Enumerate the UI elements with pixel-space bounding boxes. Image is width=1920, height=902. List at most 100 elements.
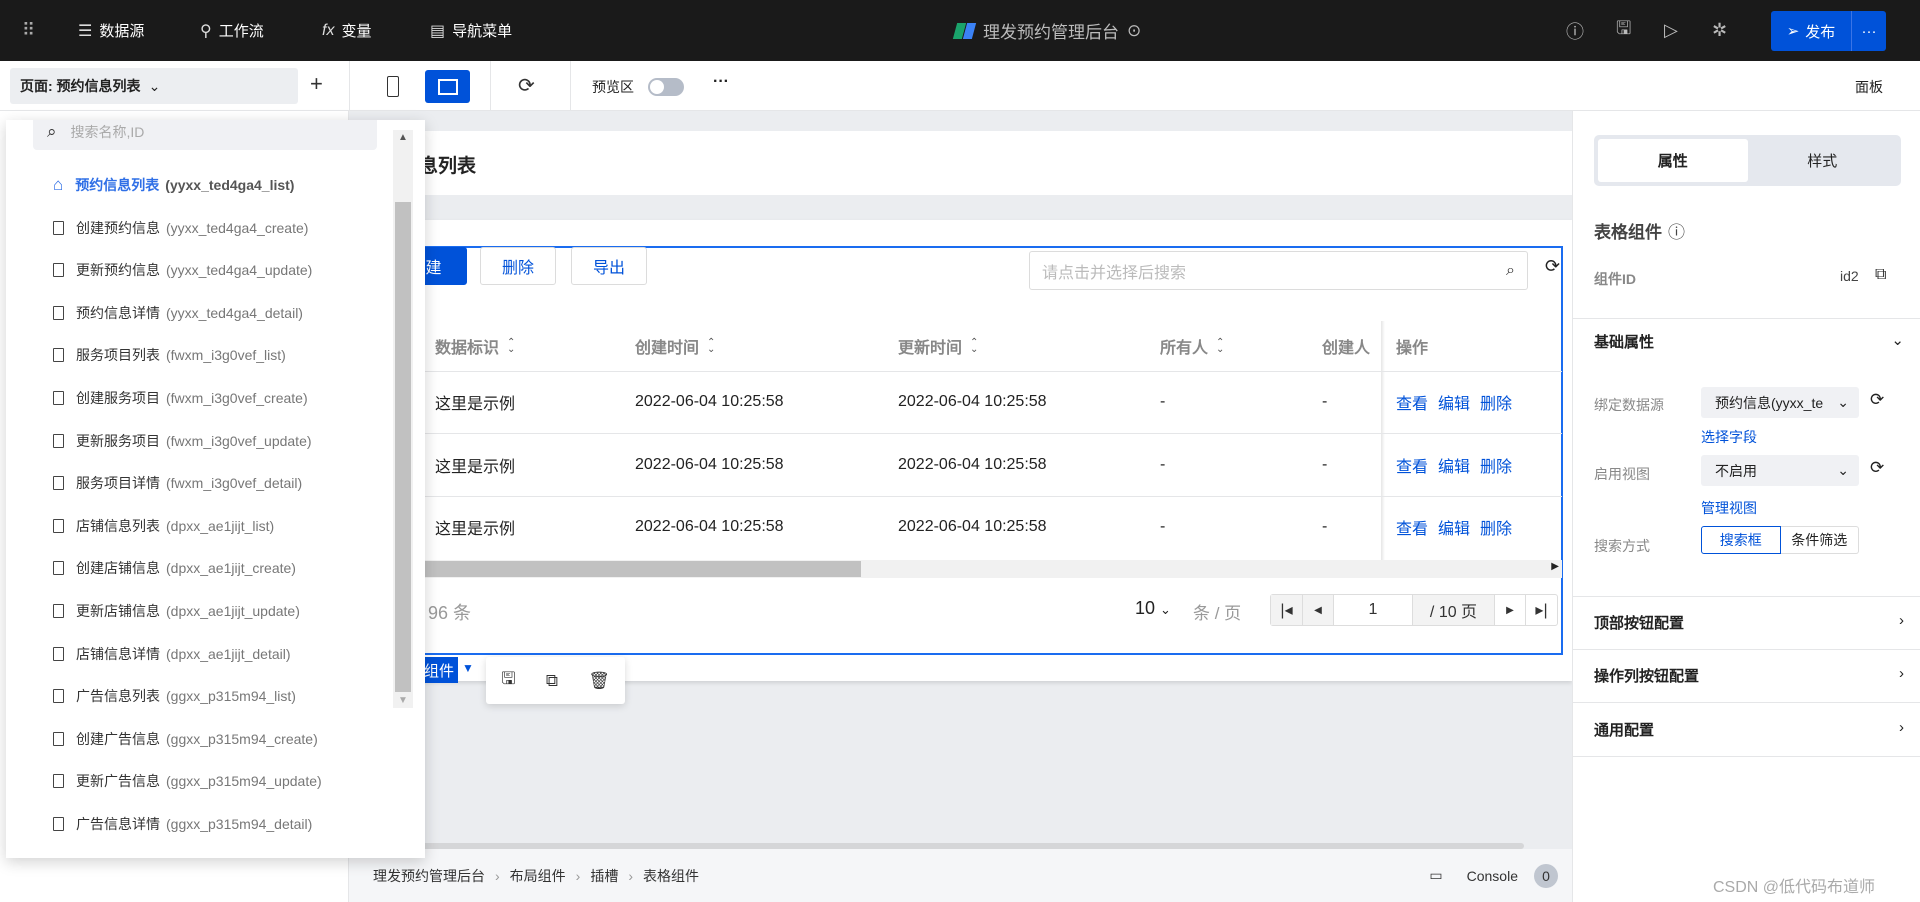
nav-workflow[interactable]: ⚲ 工作流 <box>200 0 264 61</box>
page-list-item[interactable]: 预约信息详情 (yyxx_ted4ga4_detail) <box>53 298 303 328</box>
add-page-icon[interactable]: + <box>310 71 323 97</box>
sort-icon[interactable]: ⌃ ⌄ <box>507 338 515 355</box>
id-value: id2 <box>1840 268 1859 284</box>
table-cell: 2022-06-04 10:25:58 <box>898 393 1047 410</box>
console-icon[interactable]: ▭ <box>1429 867 1442 884</box>
tab-properties[interactable]: 属性 <box>1598 139 1748 182</box>
table-search-input[interactable]: 请点击并选择后搜索 ⌕ <box>1029 251 1528 290</box>
desktop-view-button[interactable] <box>425 70 470 103</box>
page-list-item[interactable]: 店铺信息列表 (dpxx_ae1jijt_list) <box>53 511 274 541</box>
refresh-icon[interactable]: ⟳ <box>1870 390 1884 410</box>
column-header[interactable]: 所有人 ⌃ ⌄ <box>1160 321 1224 371</box>
breadcrumb-item[interactable]: 插槽 <box>590 866 618 886</box>
row-action-link[interactable]: 编辑 <box>1438 453 1470 477</box>
scroll-right-icon[interactable]: ▶ <box>1551 561 1559 572</box>
row-action-link[interactable]: 删除 <box>1480 390 1512 414</box>
column-header[interactable]: 创建时间 ⌃ ⌄ <box>635 321 715 371</box>
row-action-link[interactable]: 编辑 <box>1438 515 1470 539</box>
page-list-item[interactable]: 创建店铺信息 (dpxx_ae1jijt_create) <box>53 553 296 583</box>
search-icon: ⌕ <box>47 122 57 141</box>
section-action-buttons[interactable]: 操作列按钮配置 › <box>1594 665 1904 686</box>
prev-page-icon[interactable]: ◀ <box>1303 595 1334 625</box>
page-selector[interactable]: 页面: 预约信息列表 ⌄ <box>10 68 298 104</box>
play-icon[interactable]: ▷ <box>1664 0 1678 61</box>
debug-icon[interactable]: ✲ <box>1712 0 1727 61</box>
sort-icon[interactable]: ⌃ ⌄ <box>707 338 715 355</box>
section-general[interactable]: 通用配置 › <box>1594 719 1904 740</box>
save-icon[interactable]: 🖫 <box>501 666 515 695</box>
page-input[interactable]: 1 <box>1334 595 1413 625</box>
page-list-item[interactable]: 广告信息详情 (ggxx_p315m94_detail) <box>53 809 312 839</box>
save-icon[interactable]: 🖫 <box>1616 0 1631 61</box>
row-action-link[interactable]: 删除 <box>1480 515 1512 539</box>
page-list-item[interactable]: 更新预约信息 (yyxx_ted4ga4_update) <box>53 255 312 285</box>
page-list-item[interactable]: 更新店铺信息 (dpxx_ae1jijt_update) <box>53 596 300 626</box>
trash-icon[interactable]: 🗑 <box>588 671 610 691</box>
column-header[interactable]: 数据标识 ⌃ ⌄ <box>435 321 515 371</box>
info-icon[interactable]: ⓘ <box>1668 218 1685 243</box>
page-list-item[interactable]: 服务项目列表 (fwxm_i3g0vef_list) <box>53 340 286 370</box>
mobile-view-button[interactable] <box>370 70 415 103</box>
page-list-item[interactable]: 更新广告信息 (ggxx_p315m94_update) <box>53 766 322 796</box>
copy-icon[interactable]: ⧉ <box>546 671 558 691</box>
more-icon[interactable]: ··· <box>713 73 729 91</box>
breadcrumb-item[interactable]: 布局组件 <box>510 866 566 886</box>
more-icon[interactable]: ··· <box>1852 23 1886 40</box>
next-page-icon[interactable]: ▶ <box>1495 595 1526 625</box>
page-list-item[interactable]: 店铺信息详情 (dpxx_ae1jijt_detail) <box>53 639 291 669</box>
row-action-link[interactable]: 查看 <box>1396 453 1428 477</box>
first-page-icon[interactable]: |◂ <box>1271 595 1303 625</box>
check-circle-icon: ⊙ <box>1127 20 1142 40</box>
refresh-icon[interactable]: ⟳ <box>1545 256 1560 277</box>
nav-menu[interactable]: ▤ 导航菜单 <box>430 0 512 61</box>
page-list-item[interactable]: 创建广告信息 (ggxx_p315m94_create) <box>53 724 318 754</box>
page-list-item[interactable]: 创建服务项目 (fwxm_i3g0vef_create) <box>53 383 308 413</box>
section-basic[interactable]: 基础属性 ⌄ <box>1594 331 1904 352</box>
page-search-input[interactable]: ⌕ 搜索名称,ID <box>33 120 377 150</box>
breadcrumb-item[interactable]: 表格组件 <box>643 866 699 886</box>
sort-icon[interactable]: ⌃ ⌄ <box>1216 338 1224 355</box>
export-button[interactable]: 导出 <box>571 247 647 285</box>
row-action-link[interactable]: 删除 <box>1480 453 1512 477</box>
last-page-icon[interactable]: ▸| <box>1526 595 1557 625</box>
table-scrollbar[interactable]: ▶ <box>420 560 1562 578</box>
page-list-item[interactable]: ⌂ 预约信息列表 (yyxx_ted4ga4_list) <box>53 170 294 200</box>
search-mode-searchbox[interactable]: 搜索框 <box>1701 526 1781 554</box>
manage-view-link[interactable]: 管理视图 <box>1701 498 1757 518</box>
column-header[interactable]: 更新时间 ⌃ ⌄ <box>898 321 978 371</box>
help-icon[interactable]: ⓘ <box>1566 0 1584 61</box>
nav-variables[interactable]: fx 变量 <box>322 0 371 61</box>
page-list-item[interactable]: 服务项目详情 (fwxm_i3g0vef_detail) <box>53 468 302 498</box>
page-list-item[interactable]: 更新服务项目 (fwxm_i3g0vef_update) <box>53 426 312 456</box>
page-code: (fwxm_i3g0vef_create) <box>166 390 308 406</box>
caret-down-icon[interactable]: ▼ <box>462 661 474 675</box>
publish-button[interactable]: ➢ 发布 ··· <box>1771 11 1886 51</box>
copy-icon[interactable]: ⧉ <box>1875 266 1886 284</box>
tab-styles[interactable]: 样式 <box>1748 139 1898 182</box>
nav-datasource[interactable]: ☰ 数据源 <box>78 0 144 61</box>
component-tag[interactable]: 组件 <box>420 657 459 683</box>
refresh-icon[interactable]: ⟳ <box>518 73 535 98</box>
apps-grid-icon[interactable]: ⠿ <box>22 0 35 61</box>
row-action-link[interactable]: 查看 <box>1396 390 1428 414</box>
preview-toggle[interactable] <box>648 78 684 96</box>
page-size-select[interactable]: 10 ⌄ <box>1135 598 1171 619</box>
dropdown-scrollbar[interactable]: ▲ ▼ <box>393 130 413 708</box>
page-name: 广告信息详情 <box>76 816 160 832</box>
console-button[interactable]: Console <box>1467 868 1518 884</box>
select-fields-link[interactable]: 选择字段 <box>1701 427 1757 447</box>
sort-icon[interactable]: ⌃ ⌄ <box>970 338 978 355</box>
page-name: 服务项目列表 <box>76 347 160 364</box>
view-select[interactable]: 不启用 ⌄ <box>1701 455 1859 486</box>
section-top-buttons[interactable]: 顶部按钮配置 › <box>1594 612 1904 633</box>
search-mode-filter[interactable]: 条件筛选 <box>1780 526 1859 554</box>
row-action-link[interactable]: 查看 <box>1396 515 1428 539</box>
panel-button[interactable]: 面板 <box>1855 77 1883 97</box>
row-action-link[interactable]: 编辑 <box>1438 390 1470 414</box>
refresh-icon[interactable]: ⟳ <box>1870 458 1884 478</box>
page-list-item[interactable]: 广告信息列表 (ggxx_p315m94_list) <box>53 681 296 711</box>
datasource-select[interactable]: 预约信息(yyxx_te ⌄ <box>1701 387 1859 418</box>
delete-button[interactable]: 删除 <box>480 247 556 285</box>
page-list-item[interactable]: 创建预约信息 (yyxx_ted4ga4_create) <box>53 213 308 243</box>
breadcrumb-item[interactable]: 理发预约管理后台 <box>373 866 485 886</box>
